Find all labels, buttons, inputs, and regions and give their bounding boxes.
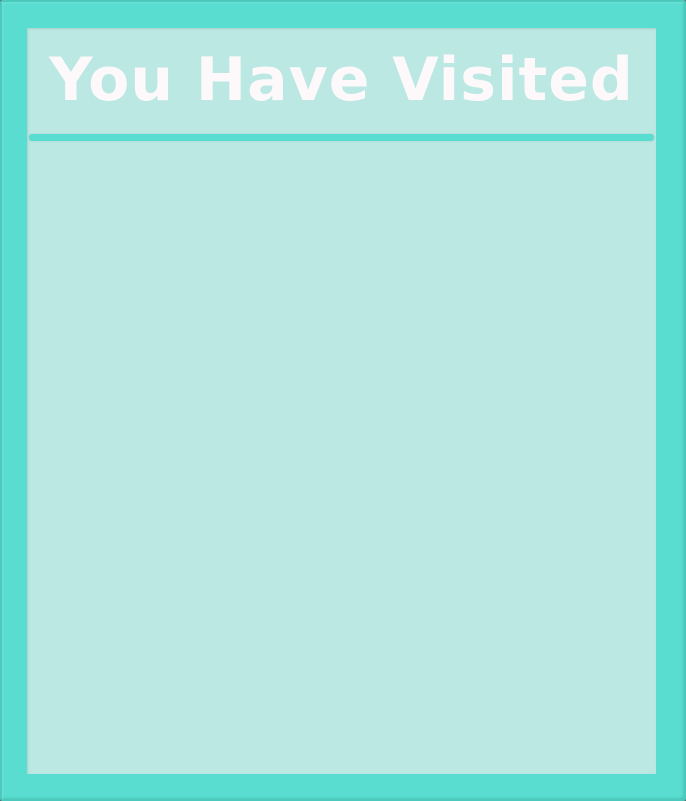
panel-title: You Have Visited bbox=[49, 45, 634, 115]
visited-list bbox=[27, 142, 656, 774]
title-divider bbox=[29, 134, 654, 141]
visited-panel: You Have Visited bbox=[27, 28, 656, 774]
visited-frame: You Have Visited bbox=[0, 0, 686, 801]
